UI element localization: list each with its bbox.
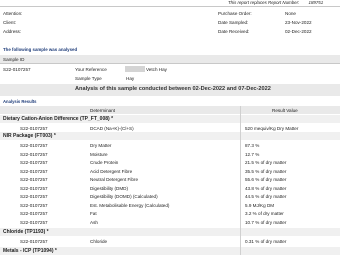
sample-id-value: S22-0107257	[3, 67, 31, 72]
result-sample-id: S22-0107257	[20, 239, 48, 244]
section-title-nir: NIR Package (FT003) *	[3, 132, 56, 139]
result-sample-id: S22-0107257	[20, 202, 48, 208]
result-sample-id: S22-0107257	[20, 160, 48, 165]
sample-id-divider	[0, 63, 340, 64]
section-title-dcad: Dietary Cation-Anion Difference (TP_FT_0…	[3, 115, 114, 122]
determinant-name: Moisture	[90, 151, 108, 157]
result-column-header: Result Value	[272, 108, 298, 113]
result-value: 5.9 MJ/Kg DM	[245, 202, 275, 208]
top-divider	[0, 6, 340, 7]
sample-type-label: Sample Type	[75, 76, 102, 81]
report-replaces-note: This report replaces Report Number: 1897…	[228, 0, 323, 5]
determinant-name: Est. Metabolisable Energy (Calculated)	[90, 202, 170, 208]
result-value: 3.2 % of dry matter	[245, 211, 284, 216]
determinant-name: Digestibility (DOMD) (Calculated)	[90, 194, 158, 199]
determinant-name: Digestibility (DMD)	[90, 185, 129, 191]
determinant-name: DCAD (Na+K)-(Cl+S)	[90, 126, 134, 131]
result-value: 0.31 % of dry matter	[245, 239, 287, 244]
result-sample-id: S22-0107257	[20, 219, 48, 225]
client-label: Client:	[3, 20, 17, 25]
purchase-order-value: None	[285, 11, 296, 16]
result-sample-id: S22-0107257	[20, 151, 48, 157]
result-value: 87.3 %	[245, 143, 260, 148]
results-title: Analysis Results	[3, 99, 37, 104]
result-value: 35.5 % of dry matter	[245, 168, 287, 174]
section-title-metals: Metals - ICP (TP1094) *	[3, 247, 57, 254]
reference-redaction	[125, 66, 145, 72]
report-replaces-label: This report replaces Report Number:	[228, 0, 300, 5]
result-value: 12.7 %	[245, 151, 260, 157]
result-value: 21.5 % of dry matter	[245, 160, 287, 165]
result-value: 43.8 % of dry matter	[245, 185, 287, 191]
your-reference-label: Your Reference	[75, 67, 107, 72]
result-sample-id: S22-0107257	[20, 185, 48, 191]
result-sample-id: S22-0107257	[20, 177, 48, 182]
sample-id-heading: Sample ID	[3, 57, 25, 62]
purchase-order-label: Purchase Order:	[218, 11, 252, 16]
result-sample-id: S22-0107257	[20, 194, 48, 199]
result-value: 44.5 % of dry matter	[245, 194, 287, 199]
report-replaces-value: 189751	[308, 0, 324, 5]
result-sample-id: S22-0107257	[20, 126, 48, 131]
determinant-name: Fat	[90, 211, 97, 216]
analysis-banner: Analysis of this sample conducted betwee…	[75, 86, 271, 92]
section-title-chloride: Chloride (TP1193) *	[3, 228, 49, 235]
result-sample-id: S22-0107257	[20, 143, 48, 148]
determinant-name: Crude Protein	[90, 160, 119, 165]
date-received-value: 02-Dec-2022	[285, 29, 312, 34]
date-sampled-value: 23-Nov-2022	[285, 20, 312, 25]
sample-type-value: Hay	[126, 76, 135, 81]
result-value: 55.6 % of dry matter	[245, 177, 287, 182]
result-sample-id: S22-0107257	[20, 211, 48, 216]
determinant-name: Acid Detergent Fibre	[90, 168, 133, 174]
determinant-name: Ash	[90, 219, 98, 225]
result-sample-id: S22-0107257	[20, 168, 48, 174]
result-value: 520 mequiv/Kg Dry Matter	[245, 126, 299, 131]
column-divider	[240, 106, 241, 255]
result-value: 10.7 % of dry matter	[245, 219, 287, 225]
date-sampled-label: Date Sampled:	[218, 20, 249, 25]
date-received-label: Date Received:	[218, 29, 250, 34]
sample-id-band	[0, 55, 340, 63]
attention-label: Attention:	[3, 11, 23, 16]
determinant-column-header: Determinant	[90, 108, 116, 113]
determinant-name: Chloride	[90, 239, 108, 244]
sample-intro: The following sample was analysed	[3, 47, 78, 52]
section-band-chloride	[0, 228, 340, 236]
determinant-name: Neutral Detergent Fibre	[90, 177, 139, 182]
address-label: Address:	[3, 29, 22, 34]
your-reference-value: Vetch Hay	[146, 67, 167, 72]
determinant-name: Dry Matter	[90, 143, 112, 148]
